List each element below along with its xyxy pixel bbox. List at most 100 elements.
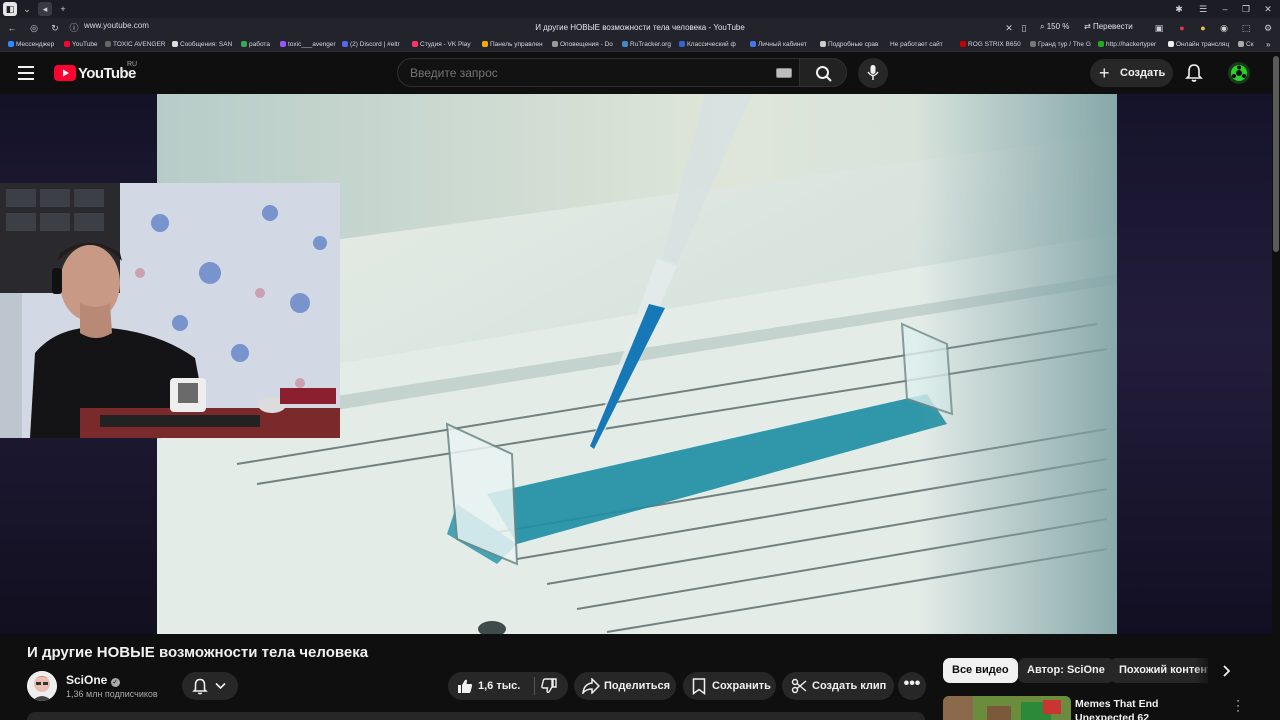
webcam-scene: [0, 183, 340, 438]
bookmark-favicon: [412, 41, 418, 47]
like-button[interactable]: 1,6 тыс.: [448, 672, 534, 700]
bookmark-favicon: [552, 41, 558, 47]
bookmark-item[interactable]: Мессенджер: [8, 40, 54, 50]
account-avatar[interactable]: [1228, 62, 1250, 84]
bookmark-item[interactable]: Сообщения: SAN: [172, 40, 232, 50]
chip-author[interactable]: Автор: SciOne: [1018, 658, 1114, 683]
bookmark-favicon: [8, 41, 14, 47]
browser-settings-icon[interactable]: ⚙: [1261, 21, 1275, 35]
restore-icon[interactable]: ❐: [1239, 2, 1253, 16]
bookmark-item[interactable]: RuTracker.org: [622, 40, 671, 50]
video-title: И другие НОВЫЕ возможности тела человека: [27, 644, 369, 661]
new-tab-icon[interactable]: +: [56, 2, 70, 16]
description-box[interactable]: [27, 712, 925, 720]
extensions-icon[interactable]: ☰: [1196, 2, 1210, 16]
keyboard-icon[interactable]: [776, 68, 792, 78]
notifications-button[interactable]: [1185, 63, 1205, 83]
recommended-title[interactable]: Memes That End Unexpected 62: [1075, 697, 1220, 720]
bookmark-icon[interactable]: ▯: [1017, 21, 1031, 35]
bell-icon: [1185, 64, 1203, 82]
chevron-down-icon: [215, 682, 226, 690]
bookmark-label: RuTracker.org: [630, 41, 671, 48]
bookmark-label: ROG STRIX B650: [968, 41, 1021, 48]
extension-3-icon[interactable]: ●: [1196, 21, 1210, 35]
plus-icon: +: [1099, 63, 1110, 83]
bookmark-favicon: [820, 41, 826, 47]
clip-button[interactable]: Создать клип: [782, 672, 894, 700]
bookmark-item[interactable]: toxic___avenger: [280, 40, 336, 50]
bookmark-favicon: [241, 41, 247, 47]
bookmark-item[interactable]: (2) Discord | #eltr: [342, 40, 400, 50]
recommended-more-icon[interactable]: · · ·: [1232, 694, 1244, 716]
bookmark-item[interactable]: Не работает сайт: [890, 40, 943, 50]
bookmark-label: Классический ф: [687, 41, 736, 48]
bookmark-favicon: [750, 41, 756, 47]
recommended-thumbnail[interactable]: [943, 696, 1071, 720]
video-player[interactable]: [0, 94, 1280, 634]
bookmark-item[interactable]: Панель управлен: [482, 40, 543, 50]
zoom-indicator[interactable]: ⌕ 150 %: [1040, 22, 1069, 32]
youtube-logo[interactable]: YouTube RU: [54, 61, 137, 83]
bookmark-favicon: [105, 41, 111, 47]
chip-all-videos[interactable]: Все видео: [943, 658, 1018, 683]
tabs-dropdown-icon[interactable]: ⌄: [20, 2, 34, 16]
bookmark-item[interactable]: Личный кабинет: [750, 40, 807, 50]
bookmark-item[interactable]: работа: [241, 40, 270, 50]
bookmark-item[interactable]: Гранд тур / The G: [1030, 40, 1091, 50]
more-actions-button[interactable]: •••: [898, 672, 926, 700]
chip-fade: [1194, 658, 1214, 683]
extension-2-icon[interactable]: ●: [1175, 21, 1189, 35]
channel-avatar-image: [27, 671, 57, 701]
pin-icon[interactable]: ✱: [1172, 2, 1186, 16]
bookmark-item[interactable]: Студия - VK Play: [412, 40, 471, 50]
hamburger-menu-icon[interactable]: [18, 66, 36, 80]
chips-next-button[interactable]: [1214, 658, 1240, 683]
close-tab-icon[interactable]: ✕: [1002, 21, 1016, 35]
search-button[interactable]: [799, 58, 847, 87]
scissors-icon: [791, 678, 807, 694]
extension-1-icon[interactable]: ▣: [1152, 21, 1166, 35]
save-label: Сохранить: [712, 680, 771, 692]
active-tab[interactable]: ◂: [38, 2, 52, 16]
bookmarks-overflow-icon[interactable]: »: [1266, 40, 1270, 50]
bookmark-favicon: [280, 41, 286, 47]
verified-badge-icon: ✓: [110, 678, 120, 687]
scrollbar-thumb[interactable]: [1273, 56, 1279, 252]
bookmark-item[interactable]: http://hackertyper: [1098, 40, 1156, 50]
dislike-button[interactable]: [535, 672, 568, 700]
bookmark-item[interactable]: Онлайн трансляц: [1168, 40, 1229, 50]
bookmark-item[interactable]: YouTube: [64, 40, 98, 50]
channel-avatar[interactable]: [27, 671, 57, 701]
zoom-value: 150 %: [1046, 22, 1070, 31]
voice-search-button[interactable]: [858, 58, 888, 88]
extension-4-icon[interactable]: ◉: [1217, 21, 1231, 35]
bookmark-label: работа: [249, 41, 270, 48]
bookmark-label: Гранд тур / The G: [1038, 41, 1091, 48]
browser-menu-icon[interactable]: ◧: [3, 2, 17, 16]
bookmark-label: Не работает сайт: [890, 41, 943, 48]
save-button[interactable]: Сохранить: [683, 672, 776, 700]
browser-toolbar: ← ◎ ↻ ⓘ www.youtube.com И другие НОВЫЕ в…: [0, 18, 1280, 38]
bell-icon: [192, 678, 208, 695]
close-window-icon[interactable]: ✕: [1261, 2, 1275, 16]
search-input[interactable]: [410, 64, 750, 82]
recommended-thumbnail-image: [943, 696, 1071, 720]
bookmark-item[interactable]: Классический ф: [679, 40, 736, 50]
translate-label: Перевести: [1092, 22, 1133, 31]
bookmark-item[interactable]: Оповещения - Do: [552, 40, 613, 50]
share-button[interactable]: Поделиться: [574, 672, 676, 700]
page-scrollbar[interactable]: [1272, 52, 1280, 720]
bookmark-label: Мессенджер: [16, 41, 55, 48]
clip-label: Создать клип: [812, 680, 887, 692]
minimize-icon[interactable]: –: [1218, 2, 1232, 16]
bookmark-item[interactable]: Ск: [1238, 40, 1254, 50]
create-button[interactable]: + Создать: [1090, 59, 1173, 87]
thumbs-up-icon: [458, 679, 473, 693]
channel-name-row[interactable]: SciOne ✓: [66, 673, 120, 687]
subscription-bell-button[interactable]: [182, 672, 238, 700]
translate-button[interactable]: ⇄ Перевести: [1084, 22, 1133, 31]
downloads-icon[interactable]: ⬚: [1239, 21, 1253, 35]
bookmark-item[interactable]: Подробные срав: [820, 40, 879, 50]
bookmark-item[interactable]: TOXIC AVENGER: [105, 40, 166, 50]
bookmark-item[interactable]: ROG STRIX B650: [960, 40, 1021, 50]
